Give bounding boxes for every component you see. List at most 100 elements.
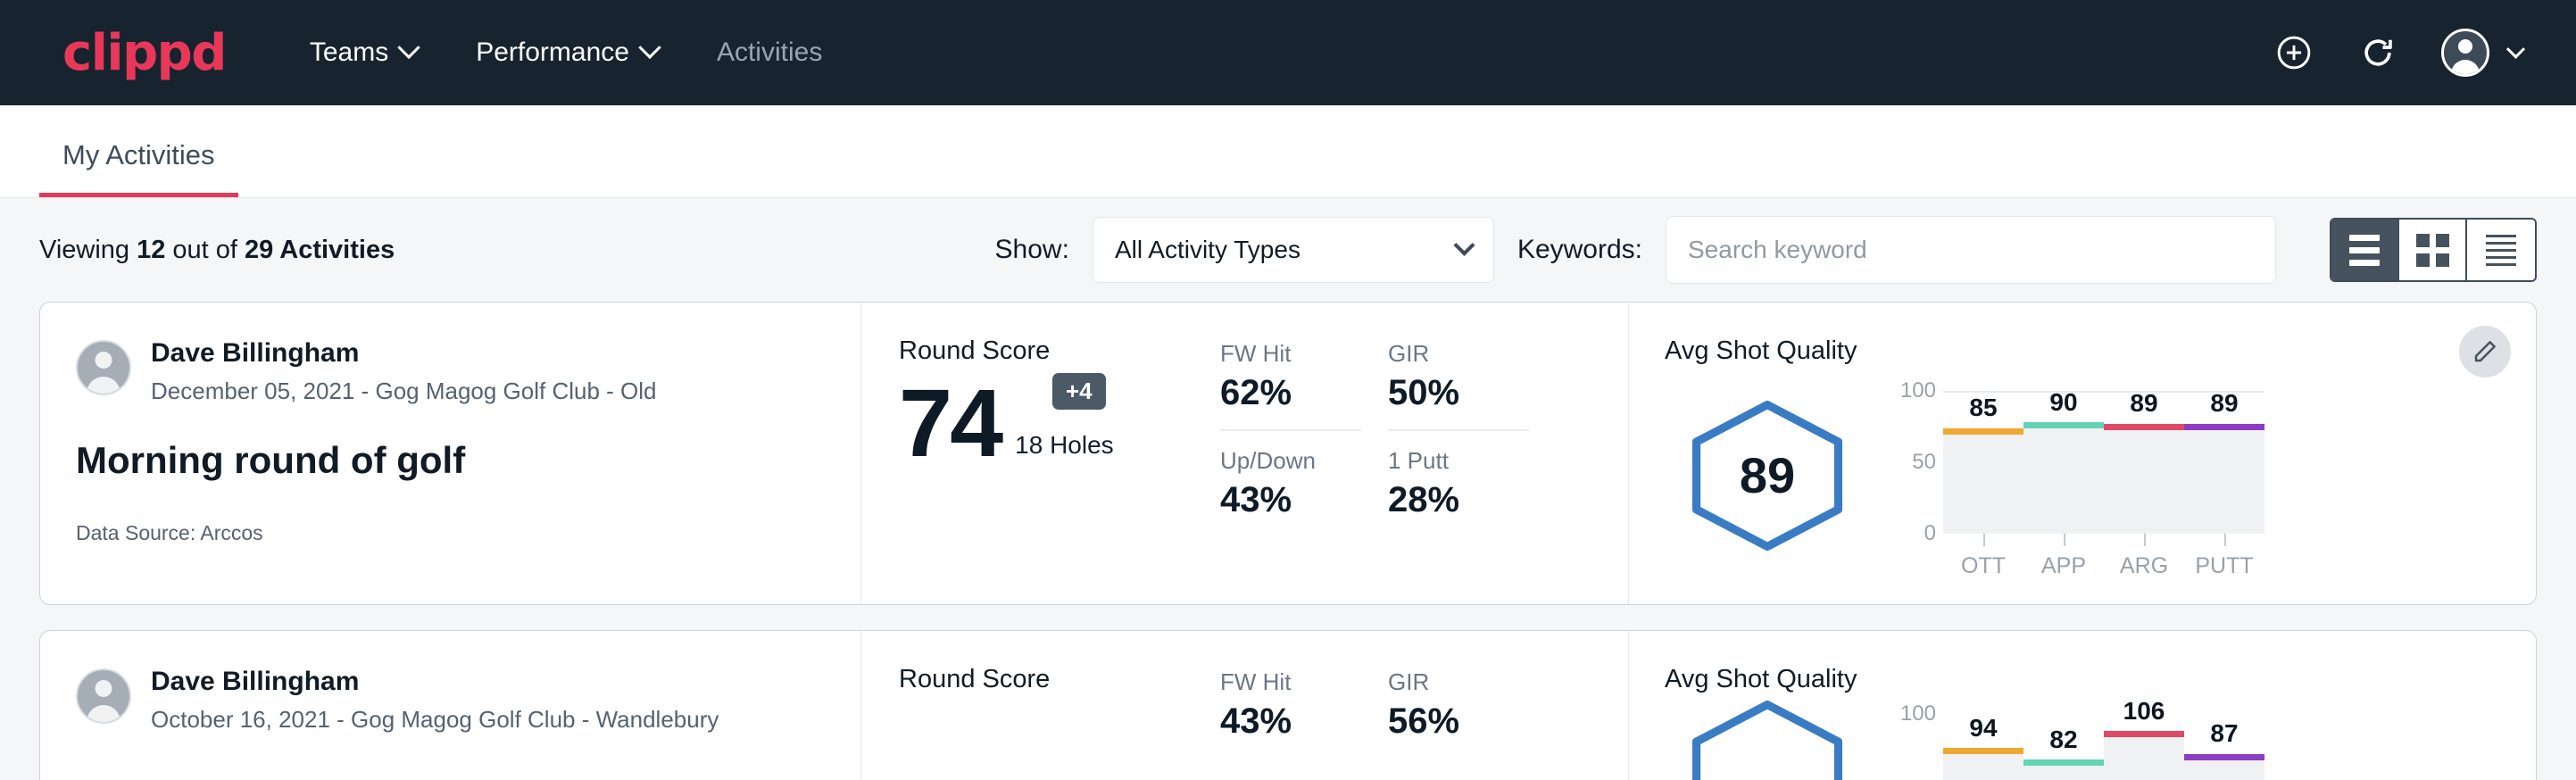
account-menu[interactable] xyxy=(2441,29,2522,77)
stat-label-gir: GIR xyxy=(1388,668,1556,696)
round-score-block: Round Score 74 +4 18 Holes xyxy=(899,336,1220,577)
primary-nav: Teams Performance Activities xyxy=(306,30,826,75)
activity-card[interactable]: Dave Billingham December 05, 2021 - Gog … xyxy=(39,302,2537,605)
show-label: Show: xyxy=(995,235,1069,265)
grid-view-icon xyxy=(2416,234,2449,267)
tab-my-activities[interactable]: My Activities xyxy=(39,139,238,197)
chevron-down-icon xyxy=(1453,234,1475,255)
list-view-icon xyxy=(2349,235,2380,266)
round-stats: FW Hit 43% GIR 56% xyxy=(1220,665,1556,780)
clippd-logo[interactable]: clippd xyxy=(62,24,226,82)
activity-meta: October 16, 2021 - Gog Magog Golf Club -… xyxy=(151,706,719,734)
keywords-label: Keywords: xyxy=(1517,235,1642,265)
y-tick-100: 100 xyxy=(1900,378,1936,403)
refresh-icon[interactable] xyxy=(2357,32,2398,73)
stat-value-fw-hit: 43% xyxy=(1220,701,1388,742)
bar-app: 90 xyxy=(2023,391,2104,534)
activity-meta: December 05, 2021 - Gog Magog Golf Club … xyxy=(151,378,657,405)
filter-controls: Show: All Activity Types Keywords: xyxy=(995,216,2537,284)
viewing-count-text: Viewing 12 out of 29 Activities xyxy=(39,236,395,265)
bar-value-arg: 89 xyxy=(2130,389,2157,418)
chevron-down-icon xyxy=(638,37,661,59)
tab-my-activities-label: My Activities xyxy=(62,139,215,170)
chevron-down-icon xyxy=(397,37,420,59)
author-name: Dave Billingham xyxy=(151,336,657,370)
viewing-prefix: Viewing xyxy=(39,236,137,264)
bar-putt: 89 xyxy=(2184,391,2264,534)
bar-ott: 85 xyxy=(1943,391,2023,534)
stat-label-1-putt: 1 Putt xyxy=(1388,447,1556,475)
nav-item-performance[interactable]: Performance xyxy=(472,30,661,75)
activity-author: Dave Billingham October 16, 2021 - Gog M… xyxy=(76,665,825,734)
chart-x-labels: OTT APP ARG PUTT xyxy=(1943,553,2264,579)
bar-arg: 89 xyxy=(2104,391,2184,534)
bar-arg: 106 xyxy=(2104,714,2184,780)
view-mode-toggle xyxy=(2330,218,2537,282)
score-delta-badge: +4 xyxy=(1052,373,1106,410)
list-view-button[interactable] xyxy=(2331,220,2399,280)
round-score-label: Round Score xyxy=(899,336,1220,366)
avg-shot-quality-body: 100 94 82 xyxy=(1665,694,2500,780)
edit-activity-button[interactable] xyxy=(2459,326,2511,378)
x-label-ott: OTT xyxy=(1943,553,2023,579)
nav-item-teams[interactable]: Teams xyxy=(306,30,420,75)
avatar xyxy=(76,668,131,724)
search-input[interactable] xyxy=(1666,216,2276,284)
viewing-count: 12 xyxy=(137,236,165,264)
stat-label-fw-hit: FW Hit xyxy=(1220,668,1388,696)
stat-col-right: GIR 56% xyxy=(1388,665,1556,780)
bar-value-arg: 106 xyxy=(2123,697,2165,726)
avg-shot-quality-label: Avg Shot Quality xyxy=(1665,336,2500,366)
y-tick-0: 0 xyxy=(1924,521,1936,546)
activity-data-source: Data Source: Arccos xyxy=(76,521,825,545)
bar-putt: 87 xyxy=(2184,714,2264,780)
bar-value-ott: 85 xyxy=(1969,394,1997,422)
x-label-app: APP xyxy=(2023,553,2104,579)
stat-label-up-down: Up/Down xyxy=(1220,447,1388,475)
bar-value-putt: 87 xyxy=(2210,719,2238,748)
chevron-down-icon xyxy=(2506,39,2525,58)
chart-bars: 85 90 89 xyxy=(1943,391,2264,534)
stat-col-left: FW Hit 62% Up/Down 43% xyxy=(1220,336,1388,577)
chart-plot-area: 85 90 89 xyxy=(1943,391,2264,534)
nav-item-activities[interactable]: Activities xyxy=(713,30,826,75)
activity-type-select[interactable]: All Activity Types xyxy=(1093,217,1494,283)
filter-bar: Viewing 12 out of 29 Activities Show: Al… xyxy=(0,198,2576,302)
author-name: Dave Billingham xyxy=(151,665,719,699)
compact-view-icon xyxy=(2486,235,2516,266)
nav-item-performance-label: Performance xyxy=(476,37,629,68)
round-score-label: Round Score xyxy=(899,665,1220,694)
y-tick-50: 50 xyxy=(1912,450,1936,475)
activity-card[interactable]: Dave Billingham October 16, 2021 - Gog M… xyxy=(39,630,2537,780)
activity-author: Dave Billingham December 05, 2021 - Gog … xyxy=(76,336,825,405)
avatar xyxy=(2441,29,2489,77)
bar-ott: 94 xyxy=(1943,714,2023,780)
stat-value-gir: 56% xyxy=(1388,701,1556,742)
stat-value-up-down: 43% xyxy=(1220,480,1388,520)
activity-card-shot-quality: Avg Shot Quality 100 xyxy=(1629,631,2536,780)
chart-y-axis: 100 50 0 xyxy=(1888,391,1943,534)
shot-quality-hexagon: 89 xyxy=(1665,400,1870,552)
compact-view-button[interactable] xyxy=(2467,220,2535,280)
stat-value-gir: 50% xyxy=(1388,373,1556,413)
pencil-icon xyxy=(2472,338,2498,365)
activity-title: Morning round of golf xyxy=(76,439,825,482)
activity-card-info: Dave Billingham December 05, 2021 - Gog … xyxy=(40,303,861,604)
navbar-actions xyxy=(2273,29,2522,77)
plus-circle-icon[interactable] xyxy=(2273,32,2314,73)
bar-value-putt: 89 xyxy=(2210,389,2238,418)
stat-label-fw-hit: FW Hit xyxy=(1220,340,1388,368)
bar-app: 82 xyxy=(2023,714,2104,780)
stat-value-fw-hit: 62% xyxy=(1220,373,1388,413)
bar-value-app: 82 xyxy=(2049,726,2077,754)
avg-shot-quality-value: 89 xyxy=(1740,446,1795,504)
grid-view-button[interactable] xyxy=(2399,220,2467,280)
activity-card-score: Round Score 74 +4 18 Holes FW Hit 62% Up… xyxy=(861,303,1629,604)
tab-bar: My Activities xyxy=(0,105,2576,198)
round-score-value: 74 xyxy=(899,378,1001,467)
hexagon-icon xyxy=(1684,700,1850,780)
nav-item-activities-label: Activities xyxy=(717,37,822,68)
stat-col-right: GIR 50% 1 Putt 28% xyxy=(1388,336,1556,577)
avatar xyxy=(76,340,131,395)
bar-value-ott: 94 xyxy=(1969,714,1997,743)
